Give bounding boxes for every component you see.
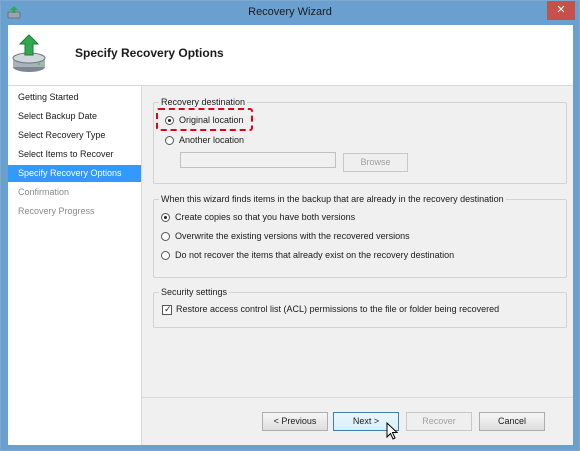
overwrite-radio[interactable] bbox=[161, 232, 170, 241]
close-button[interactable]: ✕ bbox=[547, 1, 575, 20]
create-copies-radio[interactable] bbox=[161, 213, 170, 222]
browse-button[interactable]: Browse bbox=[343, 153, 408, 172]
nav-step-getting-started[interactable]: Getting Started bbox=[8, 89, 141, 106]
security-settings-label: Security settings bbox=[159, 287, 230, 297]
title-bar[interactable]: Recovery Wizard ✕ bbox=[1, 1, 579, 25]
wizard-steps-sidebar: Getting Started Select Backup Date Selec… bbox=[8, 86, 142, 445]
original-location-radio[interactable] bbox=[165, 116, 174, 125]
mouse-pointer-icon bbox=[386, 422, 398, 440]
nav-step-select-items[interactable]: Select Items to Recover bbox=[8, 146, 141, 163]
do-not-recover-label[interactable]: Do not recover the items that already ex… bbox=[175, 250, 454, 260]
page-title: Specify Recovery Options bbox=[75, 46, 224, 60]
nav-step-select-recovery-type[interactable]: Select Recovery Type bbox=[8, 127, 141, 144]
cancel-button[interactable]: Cancel bbox=[479, 412, 545, 431]
conflict-options-label: When this wizard finds items in the back… bbox=[159, 194, 506, 204]
original-location-label[interactable]: Original location bbox=[179, 115, 244, 125]
another-location-label[interactable]: Another location bbox=[179, 135, 244, 145]
restore-acl-checkbox[interactable]: ✓ bbox=[162, 304, 172, 315]
nav-step-select-backup-date[interactable]: Select Backup Date bbox=[8, 108, 141, 125]
recovery-destination-label: Recovery destination bbox=[159, 97, 248, 107]
location-path-input[interactable] bbox=[180, 152, 336, 168]
nav-step-recovery-progress: Recovery Progress bbox=[18, 206, 95, 216]
recover-button[interactable]: Recover bbox=[406, 412, 472, 431]
previous-button[interactable]: < Previous bbox=[262, 412, 328, 431]
backup-disk-arrow-icon bbox=[12, 34, 46, 72]
wizard-body: Specify Recovery Options Getting Started… bbox=[8, 25, 573, 445]
recovery-wizard-window: Recovery Wizard ✕ Specify Recovery Optio… bbox=[0, 0, 580, 451]
restore-acl-label[interactable]: Restore access control list (ACL) permis… bbox=[176, 304, 499, 314]
nav-step-specify-options[interactable]: Specify Recovery Options bbox=[8, 165, 141, 182]
footer-divider bbox=[142, 397, 573, 398]
checkmark-icon: ✓ bbox=[164, 304, 172, 314]
nav-step-confirmation: Confirmation bbox=[18, 187, 70, 197]
overwrite-label[interactable]: Overwrite the existing versions with the… bbox=[175, 231, 410, 241]
create-copies-label[interactable]: Create copies so that you have both vers… bbox=[175, 212, 355, 222]
do-not-recover-radio[interactable] bbox=[161, 251, 170, 260]
close-icon: ✕ bbox=[556, 4, 566, 16]
another-location-radio[interactable] bbox=[165, 136, 174, 145]
window-title: Recovery Wizard bbox=[248, 6, 332, 18]
wizard-header: Specify Recovery Options bbox=[8, 25, 573, 86]
